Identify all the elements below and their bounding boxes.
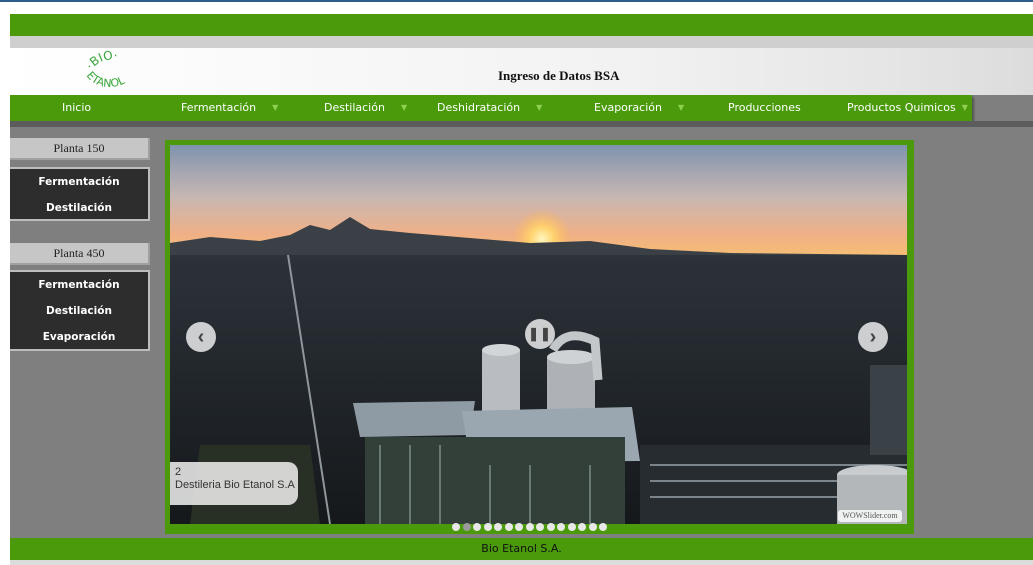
- slide-caption-number: 2: [175, 466, 182, 478]
- footer-bottom-strip: [10, 560, 1033, 565]
- slider-bullet[interactable]: [588, 523, 597, 531]
- sidebar-link-destilacion[interactable]: Destilación: [10, 195, 148, 221]
- slider-pause-button[interactable]: ❚❚: [525, 319, 555, 349]
- caret-down-icon: ▼: [961, 103, 968, 112]
- sidebar-heading-planta-150: Planta 150: [10, 138, 150, 160]
- sidebar-link-evaporacion[interactable]: Evaporación: [10, 324, 148, 350]
- slider-bullet[interactable]: [504, 523, 513, 531]
- nav-item-fermentacion[interactable]: Fermentación ▼: [181, 95, 278, 121]
- main-nav: Inicio Fermentación ▼ Destilación ▼ Deshid…: [10, 95, 972, 121]
- caret-down-icon: ▼: [536, 103, 543, 112]
- slider-bullet[interactable]: [462, 523, 471, 531]
- slider-bullet[interactable]: [578, 523, 586, 531]
- slider-bullet[interactable]: [515, 523, 523, 531]
- sidebar-link-fermentacion[interactable]: Fermentación: [10, 272, 148, 298]
- svg-text:ETANOL: ETANOL: [84, 69, 128, 90]
- chevron-left-icon: ‹: [197, 326, 205, 348]
- header: ·BIO· ETANOL Ingreso de Datos BSA: [10, 48, 1033, 95]
- nav-item-evaporacion[interactable]: Evaporación ▼: [594, 95, 684, 121]
- nav-item-label: Productos Quimicos: [847, 101, 956, 114]
- slide-caption-text: Destileria Bio Etanol S.A: [175, 479, 295, 491]
- nav-item-productos-quimicos[interactable]: Productos Quimicos ▼: [847, 95, 968, 121]
- sidebar-link-destilacion[interactable]: Destilación: [10, 298, 148, 324]
- chevron-right-icon: ›: [869, 326, 877, 348]
- page: ·BIO· ETANOL Ingreso de Datos BSA Inicio…: [10, 14, 1033, 565]
- nav-item-label: Evaporación: [594, 101, 662, 114]
- nav-item-inicio[interactable]: Inicio: [62, 95, 91, 121]
- slider-bullet[interactable]: [483, 523, 492, 531]
- slider-bullet[interactable]: [494, 523, 502, 531]
- nav-item-deshidratacion[interactable]: Deshidratación ▼: [437, 95, 542, 121]
- nav-item-label: Fermentación: [181, 101, 257, 114]
- sidebar-menu-planta-450: Fermentación Destilación Evaporación: [10, 270, 150, 351]
- slider-bullet[interactable]: [599, 523, 607, 531]
- slider-bullet[interactable]: [536, 523, 544, 531]
- sidebar-link-fermentacion[interactable]: Fermentación: [10, 169, 148, 195]
- logo[interactable]: ·BIO· ETANOL: [68, 48, 158, 95]
- top-gray-bar: [10, 36, 1033, 48]
- pause-icon: ❚❚: [528, 326, 552, 341]
- nav-item-producciones[interactable]: Producciones: [728, 95, 801, 121]
- nav-item-label: Destilación: [324, 101, 385, 114]
- svg-text:·BIO·: ·BIO·: [83, 48, 119, 72]
- sidebar-menu-planta-150: Fermentación Destilación: [10, 167, 150, 221]
- nav-shadow-strip: [10, 121, 1033, 127]
- nav-item-label: Deshidratación: [437, 101, 521, 114]
- top-green-bar: [10, 14, 1033, 36]
- slider-bullet[interactable]: [557, 523, 565, 531]
- sidebar-heading-planta-450: Planta 450: [10, 243, 150, 265]
- slider-bullet[interactable]: [546, 523, 555, 531]
- wowslider-watermark[interactable]: WOWSlider.com: [838, 510, 902, 522]
- slider-bullet[interactable]: [567, 523, 576, 531]
- caret-down-icon: ▼: [677, 103, 685, 112]
- slide-caption: 2 Destileria Bio Etanol S.A: [170, 462, 298, 505]
- footer: Bio Etanol S.A.: [10, 538, 1033, 560]
- nav-item-destilacion[interactable]: Destilación ▼: [324, 95, 407, 121]
- slider-bullet[interactable]: [452, 523, 460, 531]
- caret-down-icon: ▼: [272, 103, 279, 112]
- top-border: [0, 0, 1033, 14]
- slider-next-button[interactable]: ›: [858, 322, 888, 352]
- caret-down-icon: ▼: [400, 103, 408, 112]
- site-title: Ingreso de Datos BSA: [498, 68, 620, 83]
- nav-item-label: Producciones: [728, 101, 801, 114]
- slider-prev-button[interactable]: ‹: [186, 322, 216, 352]
- nav-item-label: Inicio: [62, 101, 92, 114]
- slider-bullet[interactable]: [473, 523, 481, 531]
- slider-bullet[interactable]: [525, 523, 534, 531]
